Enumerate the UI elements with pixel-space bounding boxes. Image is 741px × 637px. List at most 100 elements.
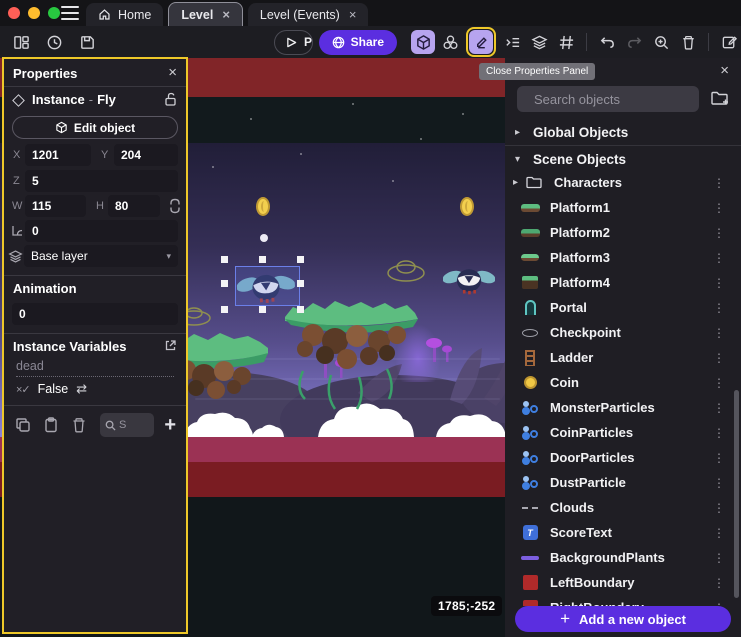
animation-input[interactable]	[12, 303, 178, 325]
group-scene-objects[interactable]: ▾ Scene Objects	[505, 147, 741, 171]
save-icon[interactable]	[75, 30, 99, 54]
checkpoint-instance[interactable]	[386, 256, 426, 282]
z-input[interactable]	[25, 170, 178, 192]
objects-search-box[interactable]	[517, 86, 699, 112]
object-row-folder[interactable]: ▸ Characters ⋮	[505, 170, 741, 195]
panels-layout-icon[interactable]	[9, 30, 33, 54]
kebab-menu-icon[interactable]: ⋮	[713, 251, 725, 265]
selection-handle[interactable]	[297, 256, 304, 263]
add-variable-button[interactable]: +	[164, 414, 176, 437]
object-row[interactable]: Platform3 ⋮	[505, 245, 741, 270]
link-dimensions-icon[interactable]	[169, 198, 181, 214]
close-tab-icon[interactable]: ×	[349, 7, 357, 22]
kebab-menu-icon[interactable]: ⋮	[713, 226, 725, 240]
history-icon[interactable]	[42, 30, 66, 54]
close-panel-icon[interactable]: ×	[168, 64, 177, 81]
tab-home[interactable]: Home	[86, 3, 163, 26]
coin-instance[interactable]	[460, 197, 474, 216]
kebab-menu-icon[interactable]: ⋮	[713, 576, 725, 590]
add-folder-icon[interactable]	[710, 89, 730, 108]
height-input[interactable]	[108, 195, 160, 217]
selection-handle[interactable]	[221, 280, 228, 287]
object-row[interactable]: Platform4 ⋮	[505, 270, 741, 295]
object-row[interactable]: Ladder ⋮	[505, 345, 741, 370]
layers-icon[interactable]	[527, 30, 551, 54]
kebab-menu-icon[interactable]: ⋮	[713, 451, 725, 465]
redo-icon[interactable]	[622, 30, 646, 54]
objects-3d-icon[interactable]	[411, 30, 435, 54]
variable-name[interactable]: dead	[16, 359, 174, 377]
edit-scene-properties-icon[interactable]	[717, 30, 741, 54]
zoom-window-button[interactable]	[48, 7, 60, 19]
kebab-menu-icon[interactable]: ⋮	[713, 476, 725, 490]
paste-icon[interactable]	[42, 416, 60, 434]
close-window-button[interactable]	[8, 7, 20, 19]
object-row[interactable]: Platform2 ⋮	[505, 220, 741, 245]
variable-value-row[interactable]: ×✓ False ⇄	[16, 381, 87, 397]
object-row[interactable]: RightBoundary ⋮	[505, 595, 741, 606]
fly-instance[interactable]	[443, 264, 495, 297]
selection-handle[interactable]	[221, 306, 228, 313]
object-groups-icon[interactable]	[438, 30, 462, 54]
minimize-window-button[interactable]	[28, 7, 40, 19]
kebab-menu-icon[interactable]: ⋮	[713, 501, 725, 515]
hamburger-menu-icon[interactable]	[61, 6, 79, 20]
zoom-in-icon[interactable]	[649, 30, 673, 54]
edit-object-button[interactable]: Edit object	[12, 116, 178, 139]
grid-icon[interactable]	[554, 30, 578, 54]
selection-handle[interactable]	[297, 306, 304, 313]
delete-trash-icon[interactable]	[676, 30, 700, 54]
object-row[interactable]: T ScoreText ⋮	[505, 520, 741, 545]
tab-level-events[interactable]: Level (Events) ×	[248, 3, 369, 26]
object-row[interactable]: CoinParticles ⋮	[505, 420, 741, 445]
kebab-menu-icon[interactable]: ⋮	[713, 326, 725, 340]
trash-icon[interactable]	[70, 416, 88, 434]
unlock-icon[interactable]	[164, 92, 177, 106]
undo-icon[interactable]	[595, 30, 619, 54]
selection-handle[interactable]	[259, 306, 266, 313]
width-input[interactable]	[25, 195, 86, 217]
properties-panel-toggle-pencil-icon[interactable]	[469, 30, 493, 54]
object-row[interactable]: MonsterParticles ⋮	[505, 395, 741, 420]
layer-select[interactable]: Base layer ▾	[24, 245, 178, 267]
copy-icon[interactable]	[14, 416, 32, 434]
object-row[interactable]: DustParticle ⋮	[505, 470, 741, 495]
object-row[interactable]: BackgroundPlants ⋮	[505, 545, 741, 570]
object-row[interactable]: LeftBoundary ⋮	[505, 570, 741, 595]
kebab-menu-icon[interactable]: ⋮	[713, 526, 725, 540]
kebab-menu-icon[interactable]: ⋮	[713, 426, 725, 440]
add-object-button[interactable]: + Add a new object	[515, 606, 731, 632]
selection-handle[interactable]	[259, 256, 266, 263]
x-input[interactable]	[25, 144, 91, 166]
kebab-menu-icon[interactable]: ⋮	[713, 201, 725, 215]
angle-input[interactable]	[25, 220, 178, 242]
kebab-menu-icon[interactable]: ⋮	[713, 301, 725, 315]
close-panel-icon[interactable]: ×	[720, 62, 729, 79]
selection-handle[interactable]	[297, 280, 304, 287]
selection-handle[interactable]	[221, 256, 228, 263]
kebab-menu-icon[interactable]: ⋮	[713, 551, 725, 565]
objects-search-input[interactable]	[534, 92, 710, 107]
coin-instance[interactable]	[256, 197, 270, 216]
close-tab-icon[interactable]: ×	[222, 7, 230, 22]
instances-list-icon[interactable]	[500, 30, 524, 54]
object-row[interactable]: Portal ⋮	[505, 295, 741, 320]
tab-level[interactable]: Level ×	[168, 2, 243, 26]
open-variables-editor-icon[interactable]	[164, 339, 177, 352]
object-row[interactable]: Coin ⋮	[505, 370, 741, 395]
group-global-objects[interactable]: ▸ Global Objects	[505, 120, 741, 144]
share-button[interactable]: Share	[319, 30, 397, 55]
kebab-menu-icon[interactable]: ⋮	[713, 276, 725, 290]
object-row[interactable]: DoorParticles ⋮	[505, 445, 741, 470]
kebab-menu-icon[interactable]: ⋮	[713, 401, 725, 415]
variables-search-box[interactable]	[100, 413, 154, 437]
object-row[interactable]: Platform1 ⋮	[505, 195, 741, 220]
toggle-value-icon[interactable]: ⇄	[76, 381, 87, 397]
variables-search-input[interactable]	[119, 419, 143, 431]
kebab-menu-icon[interactable]: ⋮	[713, 376, 725, 390]
kebab-menu-icon[interactable]: ⋮	[713, 351, 725, 365]
kebab-menu-icon[interactable]: ⋮	[713, 176, 725, 190]
preview-split-button[interactable]: Preview ▾	[274, 30, 313, 55]
object-row[interactable]: Checkpoint ⋮	[505, 320, 741, 345]
y-input[interactable]	[114, 144, 178, 166]
